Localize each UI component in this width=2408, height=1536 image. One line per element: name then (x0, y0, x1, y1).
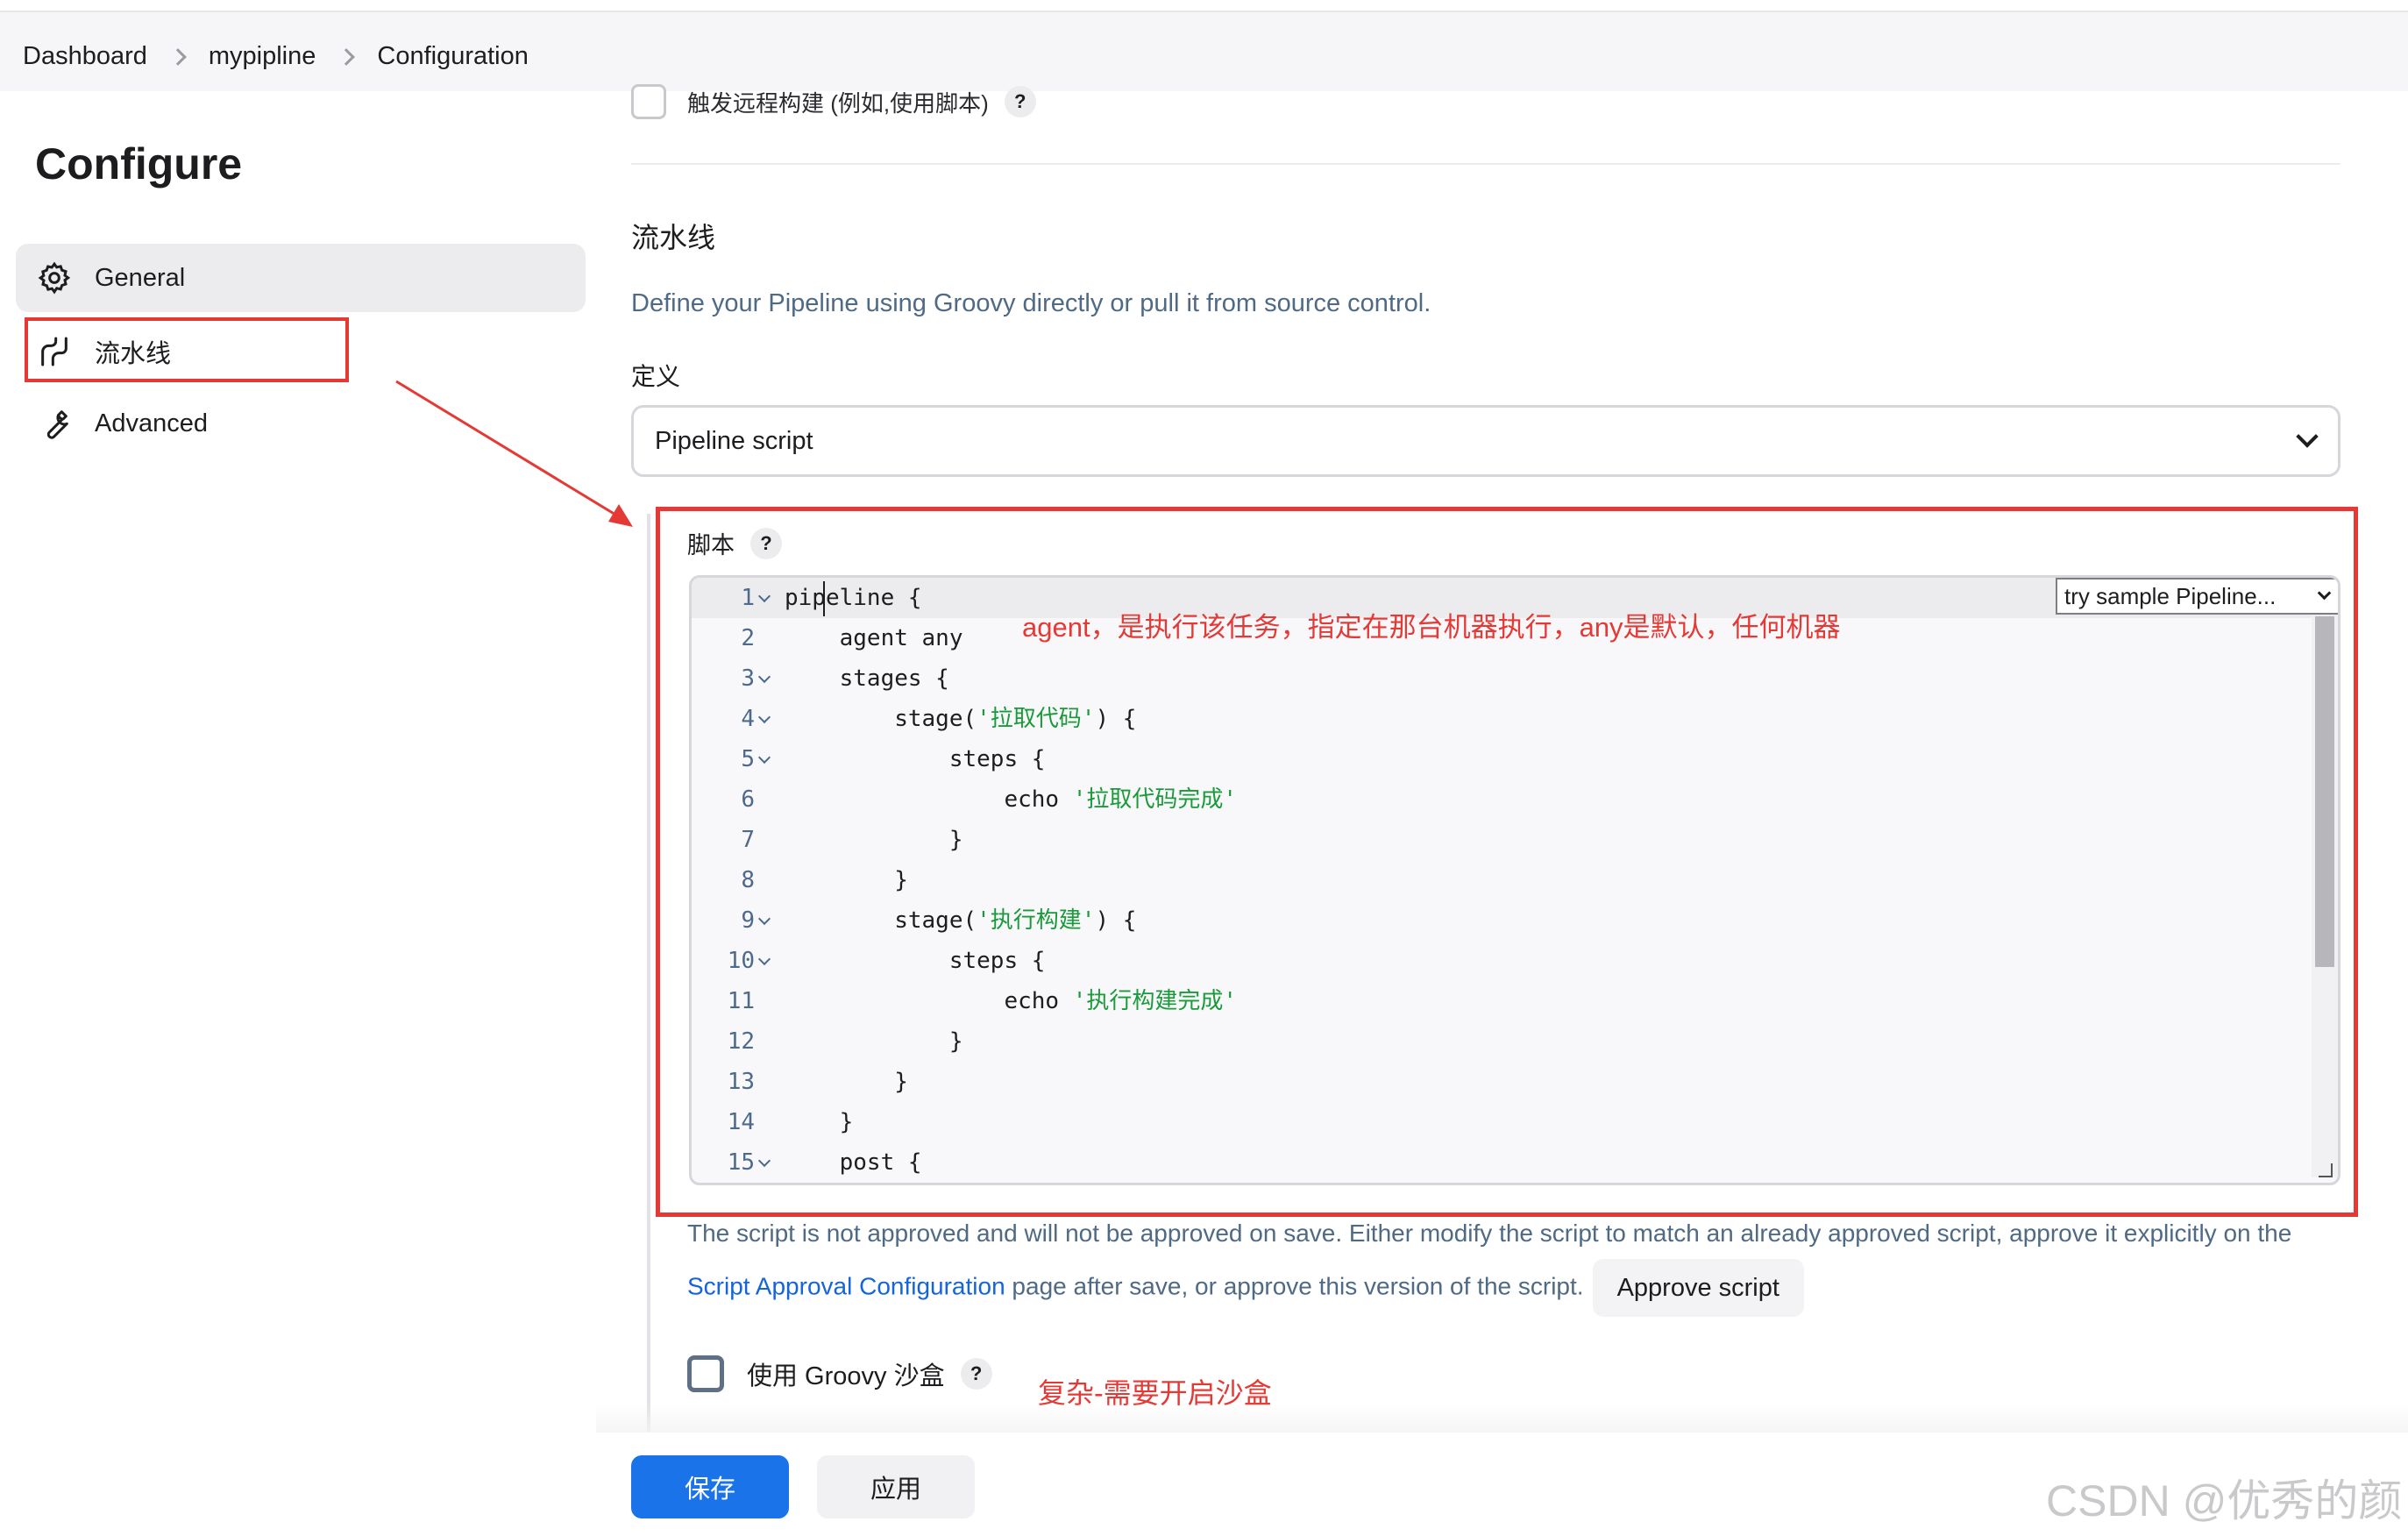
approve-script-button[interactable]: Approve script (1592, 1259, 1804, 1317)
definition-select-value: Pipeline script (655, 426, 813, 455)
gear-icon (35, 259, 74, 297)
apply-button[interactable]: 应用 (817, 1455, 975, 1518)
page-title: Configure (35, 139, 243, 188)
wrench-icon (35, 404, 74, 443)
breadcrumb-configuration[interactable]: Configuration (377, 42, 529, 71)
breadcrumb-bar: Dashboard mypipline Configuration (0, 11, 2408, 91)
groovy-sandbox-row: 使用 Groovy 沙盒 ? (687, 1355, 992, 1392)
section-description: Define your Pipeline using Groovy direct… (631, 289, 1431, 317)
help-icon[interactable]: ? (1004, 86, 1036, 117)
trigger-remote-label: 触发远程构建 (例如,使用脚本) (687, 89, 989, 117)
approval-text-after: page after save, or approve this version… (1005, 1272, 1584, 1300)
script-approval-link[interactable]: Script Approval Configuration (687, 1272, 1005, 1299)
save-button[interactable]: 保存 (631, 1455, 789, 1518)
definition-select[interactable]: Pipeline script (631, 405, 2341, 477)
sidebar-item-general[interactable]: General (16, 244, 586, 312)
annotation-arrow (395, 380, 633, 527)
divider (631, 163, 2341, 165)
breadcrumb: Dashboard mypipline Configuration (23, 42, 529, 71)
groovy-sandbox-label: 使用 Groovy 沙盒 (747, 1362, 945, 1390)
section-indent-line (647, 514, 650, 1434)
groovy-sandbox-checkbox[interactable] (687, 1355, 724, 1392)
approval-text-before: The script is not approved and will not … (687, 1220, 2292, 1247)
sidebar-item-label: General (95, 263, 186, 292)
approval-note: The script is not approved and will not … (687, 1208, 2335, 1317)
annotation-agent: agent，是执行该任务，指定在那台机器执行，any是默认，任何机器 (1022, 612, 1841, 643)
breadcrumb-job[interactable]: mypipline (209, 42, 316, 71)
chevron-down-icon (2296, 425, 2319, 448)
trigger-remote-build-row: 触发远程构建 (例如,使用脚本) ? (631, 84, 1036, 119)
chevron-right-icon (337, 47, 356, 66)
watermark: CSDN @优秀的颜 (2046, 1476, 2403, 1525)
section-title: 流水线 (631, 222, 716, 253)
breadcrumb-dashboard[interactable]: Dashboard (23, 42, 147, 71)
sidebar-item-label: Advanced (95, 409, 208, 437)
definition-label: 定义 (631, 363, 681, 390)
chevron-right-icon (168, 47, 187, 66)
help-icon[interactable]: ? (960, 1358, 992, 1390)
trigger-remote-checkbox[interactable] (631, 84, 666, 119)
highlight-box-sidebar (25, 317, 349, 382)
